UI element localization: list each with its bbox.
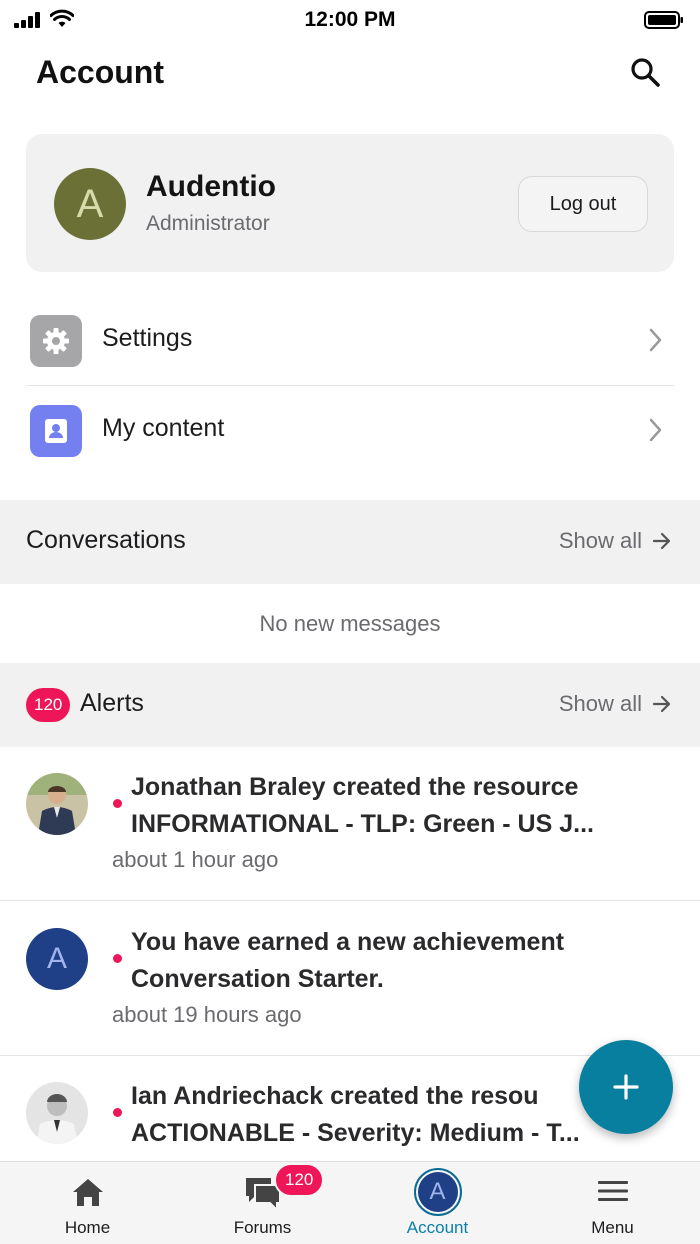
profile-card: A Audentio Administrator Log out — [26, 134, 674, 272]
hamburger-icon — [597, 1181, 628, 1201]
chevron-right-icon — [649, 418, 662, 442]
avatar[interactable]: A — [54, 168, 126, 240]
alert-text: You have earned a new achievement Conver… — [131, 924, 661, 998]
avatar-initial: A — [417, 1172, 458, 1212]
unread-dot — [113, 954, 122, 963]
alerts-header: 120 Alerts Show all — [0, 663, 700, 747]
avatar: A — [26, 928, 88, 990]
menu-item-label: My content — [102, 414, 225, 442]
unread-dot — [113, 799, 122, 808]
conversations-header: Conversations Show all — [0, 500, 700, 584]
tab-label: Home — [64, 1218, 111, 1237]
account-notification-badge: 120 — [274, 1163, 325, 1197]
chevron-right-icon — [649, 328, 662, 352]
alerts-show-all-link[interactable]: Show all — [559, 691, 672, 717]
status-bar: 12:00 PM — [0, 0, 700, 40]
alert-line: Jonathan Braley created the resource — [131, 773, 579, 801]
search-icon — [631, 58, 660, 87]
tab-bar: Home Forums A Account Menu — [0, 1161, 700, 1244]
no-messages-text: No new messages — [259, 611, 441, 636]
show-all-label: Show all — [558, 528, 642, 553]
alert-timestamp: about 19 hours ago — [112, 1002, 302, 1027]
battery-icon — [644, 11, 683, 29]
status-time: 12:00 PM — [304, 8, 396, 31]
tab-home[interactable]: Home — [0, 1162, 175, 1244]
search-button[interactable] — [628, 55, 662, 89]
alerts-title: Alerts — [80, 689, 144, 717]
alert-line: You have earned a new achievement — [131, 928, 565, 956]
show-all-label: Show all — [558, 691, 642, 716]
gear-icon — [30, 315, 82, 367]
profile-card-icon — [30, 405, 82, 457]
conversations-show-all-link[interactable]: Show all — [559, 528, 672, 554]
user-role: Administrator — [146, 212, 270, 235]
tab-label: Menu — [591, 1218, 634, 1237]
alert-item[interactable]: A You have earned a new achievement Conv… — [0, 902, 700, 1056]
tab-label: Account — [406, 1218, 469, 1237]
alerts-count-badge: 120 — [26, 688, 71, 722]
new-content-fab[interactable] — [579, 1040, 673, 1134]
page-title: Account — [36, 54, 164, 90]
arrow-right-icon — [652, 695, 671, 713]
menu-item-settings[interactable]: Settings — [26, 297, 674, 385]
unread-dot — [113, 1108, 122, 1117]
tab-label: Forums — [233, 1218, 292, 1237]
avatar: A — [413, 1168, 462, 1216]
alert-line: ACTIONABLE - Severity: Medium - T... — [131, 1119, 580, 1147]
alert-item[interactable]: Jonathan Braley created the resource INF… — [0, 747, 700, 901]
alert-text: Jonathan Braley created the resource INF… — [131, 769, 661, 843]
menu-item-label: Settings — [102, 324, 193, 352]
tab-forums[interactable]: Forums — [175, 1162, 350, 1244]
arrow-right-icon — [652, 532, 671, 550]
avatar — [26, 1082, 88, 1144]
logout-button[interactable]: Log out — [518, 176, 648, 232]
username: Audentio — [146, 170, 276, 203]
conversations-title: Conversations — [26, 526, 186, 554]
tab-menu[interactable]: Menu — [525, 1162, 700, 1244]
alert-line: INFORMATIONAL - TLP: Green - US J... — [131, 810, 594, 838]
home-icon — [72, 1179, 103, 1206]
menu-divider — [26, 385, 674, 386]
menu-item-my-content[interactable]: My content — [26, 387, 674, 475]
alert-line: Conversation Starter. — [131, 965, 384, 993]
alert-timestamp: about 1 hour ago — [112, 847, 279, 872]
avatar — [26, 773, 88, 835]
plus-icon — [613, 1074, 639, 1100]
tab-account[interactable]: A Account — [350, 1162, 525, 1244]
